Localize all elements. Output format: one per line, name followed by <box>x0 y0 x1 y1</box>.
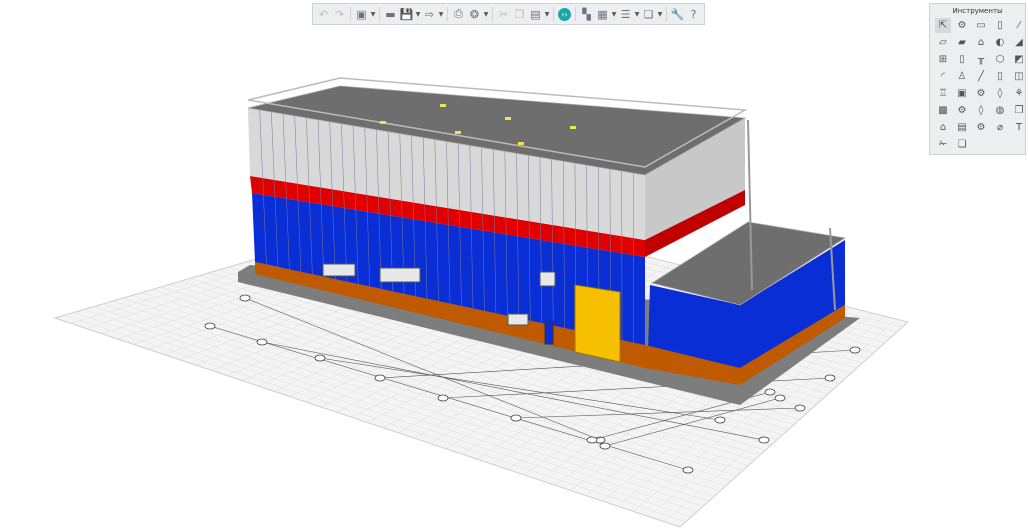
print-icon[interactable]: ⎙ <box>451 6 466 22</box>
small-door <box>544 321 554 345</box>
help-icon[interactable]: ? <box>686 6 701 22</box>
rectangle-icon[interactable]: ▭ <box>973 18 989 33</box>
chevron-down-icon[interactable]: ▼ <box>370 11 376 18</box>
undo-icon[interactable]: ↶ <box>316 6 331 22</box>
open-folder-icon[interactable]: ▬ <box>383 6 398 22</box>
window <box>322 263 356 277</box>
redo-icon[interactable]: ↷ <box>332 6 347 22</box>
chevron-down-icon[interactable]: ▼ <box>544 11 550 18</box>
axis-bubble <box>314 354 326 362</box>
axis-bubble <box>682 466 694 474</box>
axis-bubble <box>239 294 251 302</box>
main-door[interactable] <box>574 284 621 363</box>
toolbar-separator <box>666 7 667 21</box>
axis-bubble <box>437 394 449 402</box>
cut-line-icon[interactable]: ✁ <box>935 137 951 152</box>
chevron-down-icon[interactable]: ▼ <box>611 11 617 18</box>
ramp-icon[interactable]: ◢ <box>1011 35 1027 50</box>
chevron-down-icon[interactable]: ▼ <box>634 11 640 18</box>
toolbar-separator <box>575 7 576 21</box>
3d-viewport[interactable] <box>0 0 1028 532</box>
profile-icon[interactable]: ◊ <box>973 103 989 118</box>
fixture-icon[interactable]: ⚙ <box>973 86 989 101</box>
main-toolbar: ↶ ↷ ▣ ▼ ▬ 💾 ▼ ⇨ ▼ ⎙ ❂ ▼ ✂ ❐ ▤ ▼ ‹› ▚ ▦ ▼ ☰ ▼ ❏ ▼ 🔧? <box>312 3 705 25</box>
export-icon[interactable]: ⇨ <box>422 6 437 22</box>
tools-panel: Инструменты ⇱ ⚙ ▭ ▯ ⁄ ▱ ▰ ⌂ ◐ ◢ ⊞ ▯ ╥ ⬡ ◩ ◜ ♙ ╱ ▯ ◫ ♖ ▣ ⚙ ◊ ⚘ ▩ ⚙ ◊… <box>929 3 1026 155</box>
column-icon[interactable]: ▯ <box>992 18 1008 33</box>
slab-opening-icon[interactable]: ▰ <box>954 35 970 50</box>
paste-icon[interactable]: ▤ <box>528 6 543 22</box>
roof-icon[interactable]: ⌂ <box>973 35 989 50</box>
code-icon[interactable]: ‹› <box>558 7 571 21</box>
layers-icon[interactable]: ☰ <box>618 6 633 22</box>
structure-icon[interactable]: ▚ <box>579 6 594 22</box>
house-icon[interactable]: ⌂ <box>935 120 951 135</box>
axis-bubble <box>256 338 268 346</box>
beam-icon[interactable]: ⁄ <box>1011 18 1027 33</box>
chevron-down-icon[interactable]: ▼ <box>438 11 444 18</box>
zone-icon[interactable]: ◫ <box>1011 69 1027 84</box>
door-icon[interactable]: ▯ <box>954 52 970 67</box>
slab-icon[interactable]: ▱ <box>935 35 951 50</box>
toolbar-separator <box>447 7 448 21</box>
gear-settings-icon[interactable]: ⚙ <box>973 120 989 135</box>
window-icon[interactable]: ⊞ <box>935 52 951 67</box>
window <box>507 313 529 326</box>
copy-icon[interactable]: ❐ <box>512 6 527 22</box>
equipment-icon[interactable]: ♖ <box>935 86 951 101</box>
axis-bubble <box>849 346 861 354</box>
foundation-icon[interactable]: ▩ <box>935 103 951 118</box>
table-icon[interactable]: ╥ <box>973 52 989 67</box>
dimension-icon[interactable]: ⌀ <box>992 120 1008 135</box>
chevron-down-icon[interactable]: ▼ <box>657 11 663 18</box>
view-3d-icon[interactable]: ❂ <box>467 6 482 22</box>
axis-bubble <box>758 436 770 444</box>
panel-icon[interactable]: ▣ <box>954 86 970 101</box>
fitting-icon[interactable]: ⚘ <box>1011 86 1027 101</box>
window <box>379 267 421 283</box>
axis-bubble <box>714 416 726 424</box>
axis-bubble <box>794 404 806 412</box>
cut-icon[interactable]: ✂ <box>496 6 511 22</box>
axis-bubble <box>824 374 836 382</box>
calculator-icon[interactable]: ▦ <box>595 6 610 22</box>
component-icon[interactable]: ⬡ <box>992 52 1008 67</box>
toolbar-separator <box>379 7 380 21</box>
shell-icon[interactable]: ◍ <box>992 103 1008 118</box>
toolbar-separator <box>492 7 493 21</box>
rebar-icon[interactable]: ⚙ <box>954 103 970 118</box>
chevron-down-icon[interactable]: ▼ <box>483 11 489 18</box>
copy-element-icon[interactable]: ❐ <box>1011 103 1027 118</box>
text-icon[interactable]: T <box>1011 120 1027 135</box>
stair-icon[interactable]: ◜ <box>935 69 951 84</box>
axis-bubble <box>374 374 386 382</box>
roll-icon[interactable]: ◐ <box>992 35 1008 50</box>
views-icon[interactable]: ❏ <box>641 6 656 22</box>
toolbar-separator <box>553 7 554 21</box>
wrench-icon[interactable]: 🔧 <box>670 6 685 22</box>
wall-opening-icon[interactable]: ◩ <box>1011 52 1027 67</box>
railing-icon[interactable]: ♙ <box>954 69 970 84</box>
pipe-icon[interactable]: ▯ <box>992 69 1008 84</box>
axis-bubble <box>510 414 522 422</box>
section-icon[interactable]: ❏ <box>954 137 970 152</box>
window <box>539 271 556 287</box>
duct-icon[interactable]: ◊ <box>992 86 1008 101</box>
line-icon[interactable]: ╱ <box>973 69 989 84</box>
axis-bubble <box>586 436 598 444</box>
save-icon[interactable]: 💾 <box>399 6 414 22</box>
axis-bubble <box>204 322 216 330</box>
object-icon[interactable]: ⚙ <box>954 18 970 33</box>
cabinet-icon[interactable]: ▤ <box>954 120 970 135</box>
axis-bubble <box>764 388 776 396</box>
pointer-icon[interactable]: ⇱ <box>935 18 951 33</box>
axis-bubble <box>599 442 611 450</box>
axis-bubble <box>774 394 786 402</box>
new-project-icon[interactable]: ▣ <box>354 6 369 22</box>
tools-panel-title: Инструменты <box>952 7 1003 15</box>
chevron-down-icon[interactable]: ▼ <box>415 11 421 18</box>
toolbar-separator <box>350 7 351 21</box>
